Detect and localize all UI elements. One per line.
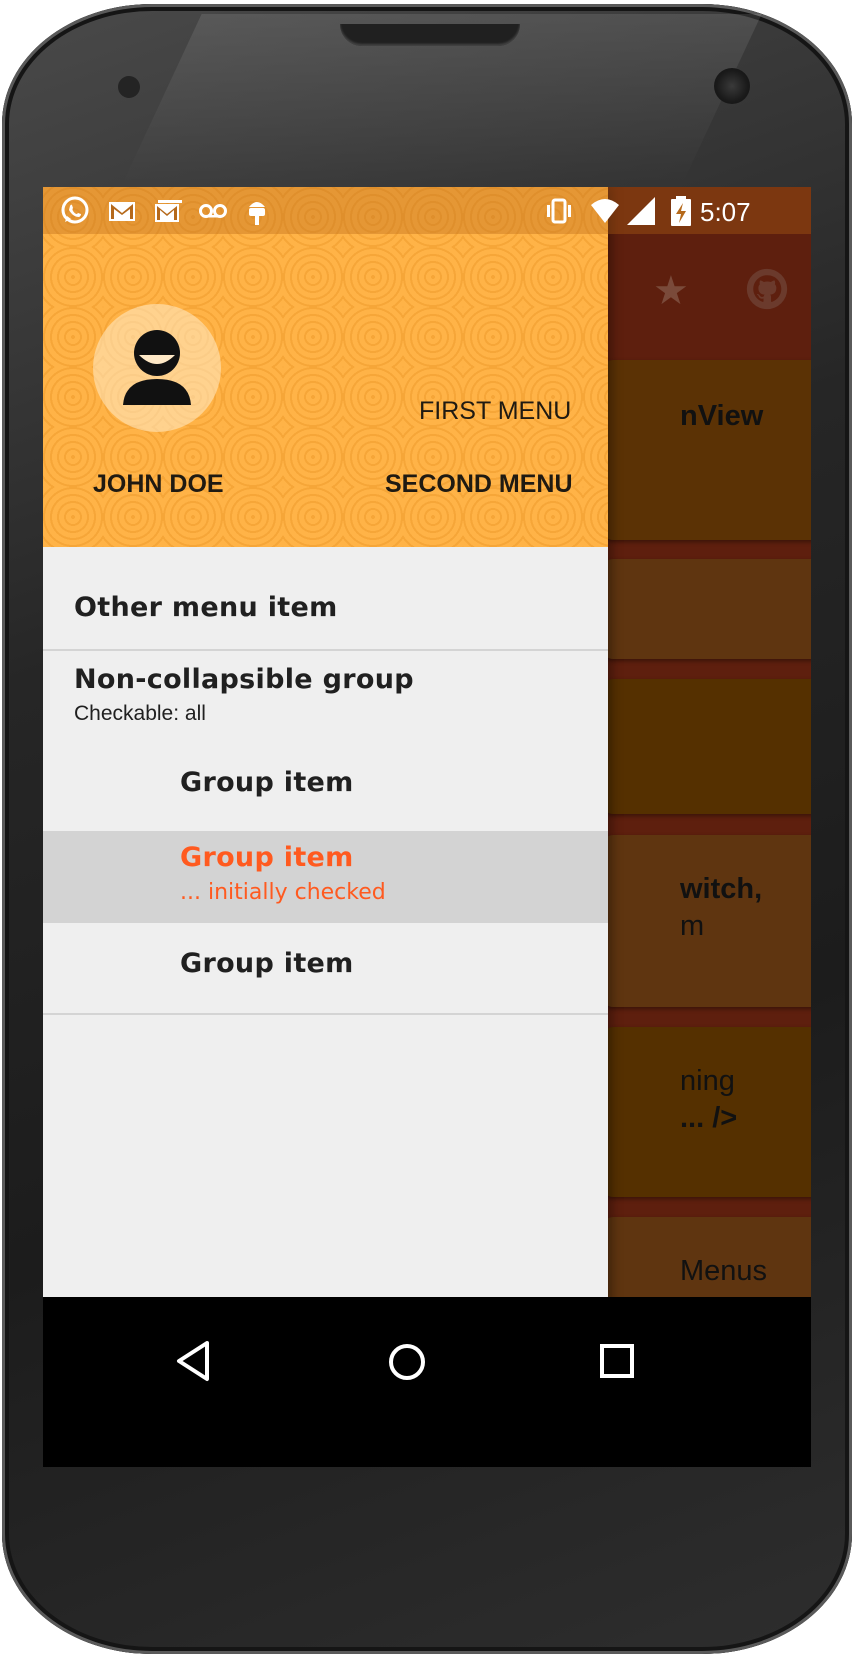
gmail-icon bbox=[109, 202, 135, 221]
account-name[interactable]: JOHN DOE bbox=[93, 470, 224, 499]
earpiece-speaker bbox=[340, 24, 520, 46]
battery-charging-icon bbox=[671, 196, 691, 226]
back-icon[interactable] bbox=[173, 1339, 213, 1383]
group-subtitle: Checkable: all bbox=[74, 702, 206, 725]
status-bar: 5:07 bbox=[43, 187, 811, 234]
signal-icon bbox=[627, 197, 655, 225]
gmail-stack-icon bbox=[155, 200, 182, 222]
drawer-header: FIRST MENU JOHN DOE SECOND MENU bbox=[43, 187, 608, 547]
clock: 5:07 bbox=[700, 197, 751, 227]
group-title: Non-collapsible group bbox=[74, 664, 414, 695]
group-item-sublabel: ... initially checked bbox=[180, 880, 386, 905]
proximity-sensor-icon bbox=[118, 76, 140, 98]
voicemail-icon bbox=[199, 204, 227, 218]
menu-item-label: Other menu item bbox=[74, 592, 338, 623]
divider bbox=[43, 1013, 608, 1015]
group-item-1[interactable]: Group item bbox=[43, 741, 608, 831]
vibrate-icon bbox=[547, 198, 571, 224]
navigation-drawer: FIRST MENU JOHN DOE SECOND MENU Other me… bbox=[43, 187, 608, 1467]
group-item-label: Group item bbox=[180, 767, 354, 798]
recents-icon[interactable] bbox=[599, 1343, 635, 1379]
android-debug-icon bbox=[249, 202, 265, 225]
group-header: Non-collapsible group Checkable: all bbox=[43, 651, 608, 741]
second-menu-button[interactable]: SECOND MENU bbox=[385, 470, 573, 499]
home-icon[interactable] bbox=[387, 1342, 427, 1382]
first-menu-button[interactable]: FIRST MENU bbox=[419, 397, 571, 426]
menu-item-other[interactable]: Other menu item bbox=[43, 547, 608, 649]
group-item-label: Group item bbox=[180, 948, 354, 979]
whatsapp-icon bbox=[61, 196, 89, 224]
group-item-2-checked[interactable]: Group item ... initially checked bbox=[43, 831, 608, 923]
navigation-bar bbox=[43, 1297, 811, 1467]
wifi-icon bbox=[591, 199, 619, 223]
person-icon bbox=[123, 330, 191, 405]
group-item-3[interactable]: Group item bbox=[43, 923, 608, 1013]
drawer-scrim[interactable] bbox=[608, 187, 811, 1467]
front-camera-icon bbox=[714, 68, 750, 104]
group-item-label: Group item bbox=[180, 842, 354, 873]
screen: ★ nView witch, m ning ... /> Menus FIRST… bbox=[43, 187, 811, 1467]
